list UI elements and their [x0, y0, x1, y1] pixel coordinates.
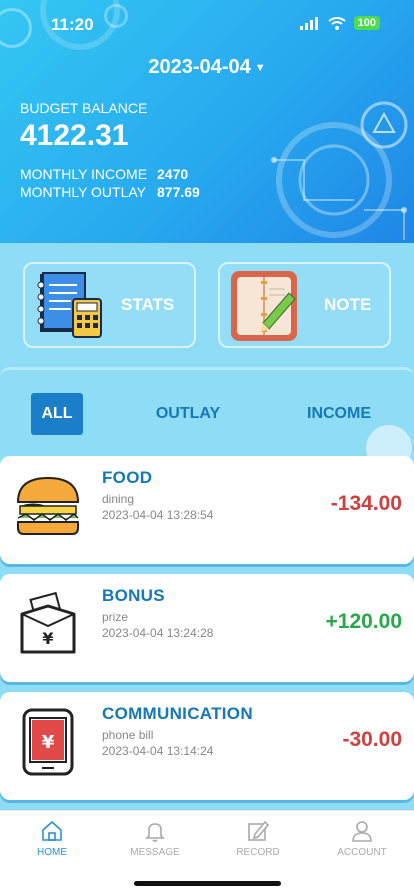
home-icon [42, 820, 62, 841]
transaction-title: COMMUNICATION [102, 704, 253, 723]
transactions-panel: ALL OUTLAY INCOME FOOD dining 2023-04-04… [0, 367, 414, 810]
transaction-time: 2023-04-04 13:24:28 [102, 626, 214, 640]
signal-icon [299, 16, 318, 30]
status-icons: 100 [299, 16, 380, 30]
notebook-pencil-icon [231, 271, 297, 341]
bell-icon [145, 823, 165, 842]
phone-bill-icon: ¥ [22, 708, 74, 776]
transaction-amount: +120.00 [325, 610, 403, 633]
tab-all[interactable]: ALL [31, 393, 83, 435]
monthly-outlay-label: MONTHLY OUTLAY [20, 184, 147, 200]
budget-balance-label: BUDGET BALANCE [20, 100, 148, 116]
transaction-subtitle: dining [102, 492, 135, 506]
header-banner: 11:20 100 2023-04-04 ▼ BUDGET BALANCE 412… [0, 0, 414, 243]
gear-decoration-icon [0, 8, 32, 48]
stats-calculator-icon [37, 272, 102, 338]
transaction-title: BONUS [102, 586, 165, 605]
transaction-amount: -134.00 [330, 492, 402, 515]
svg-text:¥: ¥ [42, 629, 53, 648]
nav-account-label: ACCOUNT [337, 847, 387, 858]
date-selector[interactable]: 2023-04-04 ▼ [0, 56, 414, 79]
transaction-subtitle: prize [102, 610, 129, 624]
nav-home-label: HOME [37, 847, 67, 858]
tab-income[interactable]: INCOME [297, 393, 381, 435]
wifi-icon [328, 16, 346, 30]
home-indicator [134, 881, 281, 886]
transaction-row[interactable]: ¥ COMMUNICATION phone bill 2023-04-04 13… [0, 692, 414, 800]
nav-message[interactable]: MESSAGE [115, 819, 195, 858]
user-icon [352, 821, 372, 842]
nav-account[interactable]: ACCOUNT [322, 819, 402, 858]
transaction-row[interactable]: ¥ BONUS prize 2023-04-04 13:24:28 +120.0… [0, 574, 414, 682]
date-label: 2023-04-04 [148, 56, 251, 78]
transaction-title: FOOD [102, 468, 153, 487]
transaction-time: 2023-04-04 13:28:54 [102, 508, 214, 522]
transaction-amount: -30.00 [342, 728, 402, 751]
gear-decoration-icon [104, 4, 128, 28]
money-envelope-icon: ¥ [20, 591, 76, 654]
stats-card-label: STATS [121, 295, 175, 314]
tab-outlay[interactable]: OUTLAY [146, 393, 230, 435]
monthly-outlay-value: 877.69 [157, 184, 200, 200]
transaction-row[interactable]: FOOD dining 2023-04-04 13:28:54 -134.00 [0, 456, 414, 564]
transaction-subtitle: phone bill [102, 728, 154, 742]
transaction-time: 2023-04-04 13:14:24 [102, 744, 214, 758]
nav-home[interactable]: HOME [12, 819, 92, 858]
filter-tabs: ALL OUTLAY INCOME [0, 393, 414, 437]
circuit-decoration-icon [271, 101, 408, 240]
battery-indicator: 100 [353, 16, 380, 30]
stats-card[interactable]: STATS [23, 262, 196, 348]
monthly-income-value: 2470 [157, 166, 189, 182]
nav-record-label: RECORD [236, 847, 280, 858]
status-time: 11:20 [51, 15, 94, 34]
note-card[interactable]: NOTE [218, 262, 391, 348]
budget-balance-value: 4122.31 [20, 119, 129, 152]
svg-text:¥: ¥ [42, 732, 55, 753]
edit-icon [248, 820, 270, 841]
nav-message-label: MESSAGE [130, 847, 180, 858]
caret-down-icon: ▼ [254, 61, 266, 74]
monthly-income-label: MONTHLY INCOME [20, 166, 148, 182]
nav-record[interactable]: RECORD [218, 819, 298, 858]
burger-icon [16, 476, 80, 535]
note-card-label: NOTE [324, 295, 372, 314]
